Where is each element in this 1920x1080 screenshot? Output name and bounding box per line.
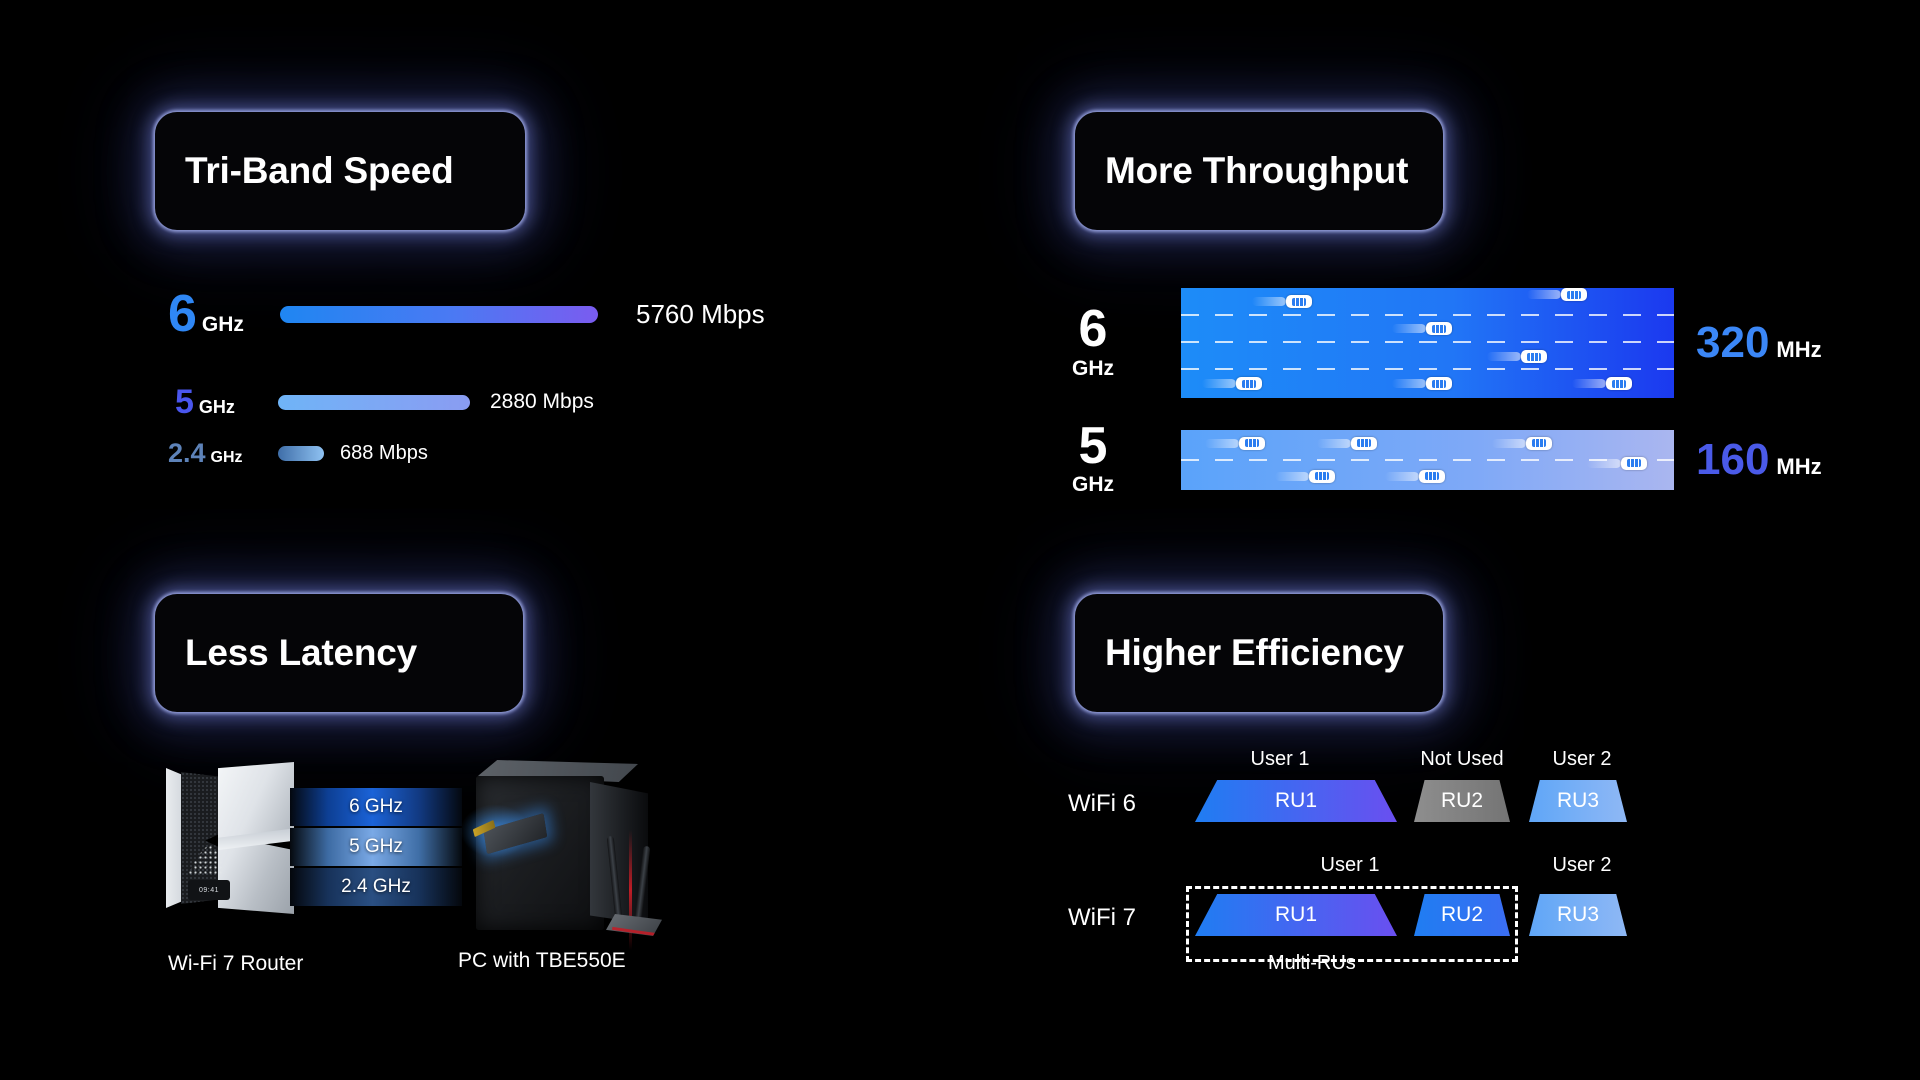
ru-block-name: RU2 [1440, 903, 1483, 926]
throughput-row-5ghz: 5 GHz 160 MHz [1055, 417, 1822, 497]
router-caption: Wi-Fi 7 Router [168, 952, 304, 975]
ru-block-name: RU1 [1274, 789, 1317, 812]
badge-title-higher-efficiency: Higher Efficiency [1105, 632, 1404, 673]
ru-user-label-wifi6-ru3: User 2 [1552, 748, 1612, 770]
speed-value-5ghz: 2880 Mbps [490, 390, 594, 413]
highway-5ghz [1181, 429, 1674, 490]
throughput-width-number-6ghz: 320 [1696, 318, 1770, 367]
throughput-width-number-5ghz: 160 [1696, 434, 1770, 484]
lane-divider [1181, 341, 1674, 343]
speed-value-6ghz: 5760 Mbps [636, 298, 765, 329]
throughput-width-6ghz: 320 MHz [1696, 321, 1822, 365]
band-label-6ghz: 6 GHz [168, 288, 278, 340]
band-number-6ghz: 6 [168, 285, 197, 343]
ru-block-wifi6-ru1: RU1 [1195, 780, 1397, 822]
ru-block-wifi7-ru3: RU3 [1529, 894, 1627, 936]
band-unit-6ghz: GHz [201, 313, 244, 336]
speed-value-24ghz: 688 Mbps [340, 442, 428, 464]
throughput-width-5ghz: 160 MHz [1696, 434, 1822, 484]
throughput-row-6ghz: 6 GHz 320 MHz [1055, 288, 1822, 398]
car-icon [1275, 469, 1335, 483]
badge-title-tri-band: Tri-Band Speed [185, 150, 454, 191]
ru-block-name: RU2 [1440, 789, 1483, 812]
speed-row-6ghz: 6 GHz 5760 Mbps [168, 288, 765, 340]
car-icon [1385, 469, 1445, 483]
poster-canvas: Tri-Band Speed 6 GHz 5760 Mbps 5 GHz 288… [0, 0, 1920, 1080]
car-icon [1205, 436, 1265, 450]
band-number-24ghz: 2.4 [168, 438, 206, 468]
throughput-width-unit-5ghz: MHz [1776, 453, 1822, 479]
ru-block-wifi6-ru2: RU2 [1414, 780, 1510, 822]
pc-image [460, 760, 662, 950]
throughput-freq-unit-5ghz: GHz [1072, 473, 1114, 497]
ru-user-label-wifi7-ru1: User 1 [1320, 854, 1380, 876]
lane-divider [1181, 314, 1674, 316]
band-strip-6ghz: 6 GHz [290, 788, 462, 826]
ru-block-wifi6-ru3: RU3 [1529, 780, 1627, 822]
throughput-freq-6ghz: 6 GHz [1055, 300, 1131, 380]
speed-bar-24ghz [278, 446, 324, 461]
lane-divider [1181, 368, 1674, 370]
multi-ru-caption: Multi-RUs [1268, 952, 1356, 974]
efficiency-row-label-wifi6: WiFi 6 [1068, 790, 1136, 817]
speed-row-24ghz: 2.4 GHz 688 Mbps [168, 440, 428, 467]
throughput-freq-5ghz: 5 GHz [1055, 417, 1131, 497]
badge-tri-band-speed: Tri-Band Speed [155, 112, 525, 230]
car-icon [1587, 456, 1647, 470]
ru-block-wifi7-ru1: RU1 [1195, 894, 1397, 936]
badge-higher-efficiency: Higher Efficiency [1075, 594, 1443, 712]
car-icon [1392, 322, 1452, 335]
band-label-5ghz: 5 GHz [175, 385, 278, 419]
ru-user-label-wifi6-ru1: User 1 [1250, 748, 1310, 770]
router-display: 09:41 [188, 880, 230, 900]
throughput-freq-number-6ghz: 6 [1078, 300, 1108, 359]
band-label-24ghz: 2.4 GHz [168, 440, 278, 467]
throughput-freq-unit-6ghz: GHz [1072, 356, 1114, 380]
speed-bar-6ghz [280, 305, 598, 323]
ru-user-label-wifi7-ru3: User 2 [1552, 854, 1612, 876]
car-icon [1252, 295, 1312, 308]
badge-more-throughput: More Throughput [1075, 112, 1443, 230]
badge-title-more-throughput: More Throughput [1105, 150, 1409, 191]
ru-block-name: RU3 [1556, 903, 1599, 926]
throughput-freq-number-5ghz: 5 [1078, 417, 1108, 475]
car-icon [1392, 377, 1452, 390]
band-strip-label-6ghz: 6 GHz [349, 796, 403, 817]
band-strip-5ghz: 5 GHz [290, 828, 462, 866]
ru-block-wifi7-ru2: RU2 [1414, 894, 1510, 936]
ru-user-label-wifi6-ru2: Not Used [1420, 748, 1504, 770]
speed-row-5ghz: 5 GHz 2880 Mbps [175, 385, 594, 419]
throughput-width-unit-6ghz: MHz [1776, 337, 1822, 362]
badge-less-latency: Less Latency [155, 594, 523, 712]
car-icon [1492, 436, 1552, 450]
band-strip-24ghz: 2.4 GHz [290, 868, 462, 906]
band-strip-label-5ghz: 5 GHz [349, 836, 403, 857]
car-icon [1527, 288, 1587, 301]
car-icon [1487, 350, 1547, 363]
car-icon [1202, 377, 1262, 390]
wifi7-router-image: 09:41 [166, 762, 294, 914]
speed-bar-5ghz [278, 394, 470, 410]
ru-block-name: RU1 [1274, 903, 1317, 926]
ru-block-name: RU3 [1556, 789, 1599, 812]
car-icon [1317, 436, 1377, 450]
band-strip-label-24ghz: 2.4 GHz [341, 876, 411, 897]
band-unit-24ghz: GHz [210, 449, 243, 466]
highway-6ghz [1181, 288, 1674, 398]
antenna-base [606, 914, 662, 936]
band-number-5ghz: 5 [175, 383, 194, 421]
efficiency-row-label-wifi7: WiFi 7 [1068, 904, 1136, 931]
badge-title-less-latency: Less Latency [185, 632, 418, 673]
car-icon [1572, 377, 1632, 390]
pc-caption: PC with TBE550E [458, 949, 626, 972]
band-unit-5ghz: GHz [198, 397, 235, 417]
